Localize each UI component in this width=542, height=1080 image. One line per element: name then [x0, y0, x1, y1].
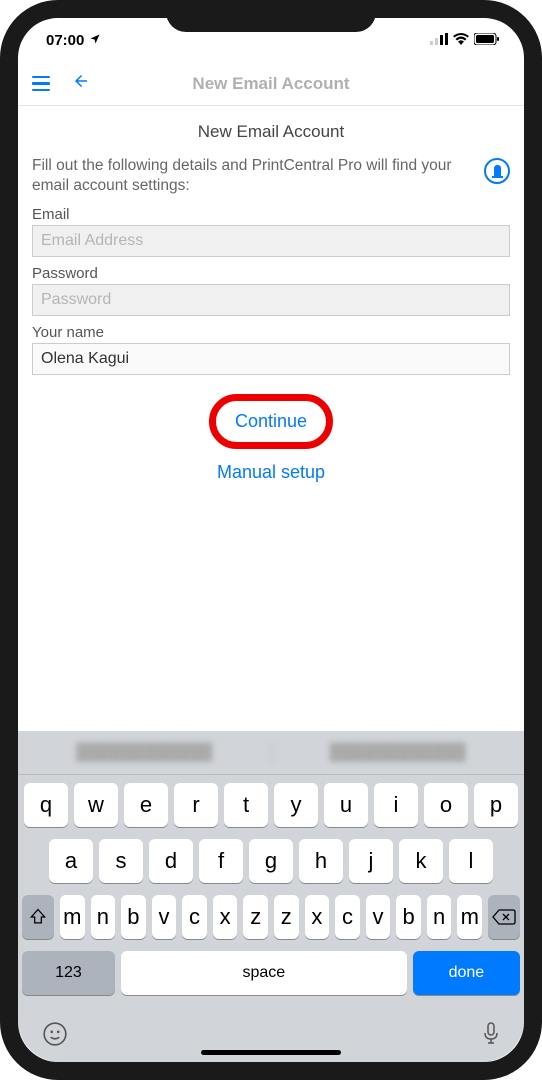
home-indicator[interactable] [201, 1050, 341, 1055]
wifi-icon [453, 32, 469, 49]
battery-icon [474, 32, 500, 49]
key-x[interactable]: x [213, 895, 238, 939]
space-key[interactable]: space [121, 951, 407, 995]
keyboard-suggestion[interactable]: ████████████ [272, 744, 525, 762]
keyboard-suggestion[interactable]: ████████████ [18, 744, 272, 762]
name-label: Your name [32, 324, 510, 341]
key-k[interactable]: k [399, 839, 443, 883]
menu-icon[interactable] [32, 76, 50, 92]
backspace-key[interactable] [488, 895, 520, 939]
keyboard: ████████████ ████████████ qwertyuiop asd… [18, 731, 524, 1062]
key-h[interactable]: h [299, 839, 343, 883]
emoji-icon[interactable] [42, 1021, 68, 1054]
key-a[interactable]: a [49, 839, 93, 883]
key-d[interactable]: d [149, 839, 193, 883]
key-p[interactable]: p [474, 783, 518, 827]
password-label: Password [32, 265, 510, 282]
key-i[interactable]: i [374, 783, 418, 827]
manual-setup-button[interactable]: Manual setup [217, 462, 325, 483]
key-l[interactable]: l [449, 839, 493, 883]
key-q[interactable]: q [24, 783, 68, 827]
key-j[interactable]: j [349, 839, 393, 883]
key-x[interactable]: x [305, 895, 330, 939]
key-y[interactable]: y [274, 783, 318, 827]
shift-key[interactable] [22, 895, 54, 939]
key-r[interactable]: r [174, 783, 218, 827]
continue-button[interactable]: Continue [215, 403, 327, 440]
key-s[interactable]: s [99, 839, 143, 883]
page-title: New Email Account [32, 122, 510, 142]
key-v[interactable]: v [152, 895, 177, 939]
key-w[interactable]: w [74, 783, 118, 827]
key-u[interactable]: u [324, 783, 368, 827]
key-b[interactable]: b [121, 895, 146, 939]
key-g[interactable]: g [249, 839, 293, 883]
key-f[interactable]: f [199, 839, 243, 883]
back-button[interactable] [72, 72, 90, 95]
key-m[interactable]: m [457, 895, 482, 939]
key-z[interactable]: z [243, 895, 268, 939]
numeric-key[interactable]: 123 [22, 951, 115, 995]
key-t[interactable]: t [224, 783, 268, 827]
key-z[interactable]: z [274, 895, 299, 939]
key-b[interactable]: b [396, 895, 421, 939]
nav-title: New Email Account [192, 74, 349, 94]
done-key[interactable]: done [413, 951, 520, 995]
key-c[interactable]: c [182, 895, 207, 939]
key-v[interactable]: v [366, 895, 391, 939]
key-o[interactable]: o [424, 783, 468, 827]
name-field[interactable] [32, 343, 510, 375]
key-c[interactable]: c [335, 895, 360, 939]
status-bar: 07:00 [18, 18, 524, 62]
email-field[interactable] [32, 225, 510, 257]
email-label: Email [32, 206, 510, 223]
cellular-signal-icon [430, 32, 448, 49]
key-n[interactable]: n [427, 895, 452, 939]
page-description: Fill out the following details and Print… [32, 156, 474, 196]
nav-bar: New Email Account [18, 62, 524, 106]
location-arrow-icon [89, 33, 101, 48]
key-m[interactable]: m [60, 895, 85, 939]
password-field[interactable] [32, 284, 510, 316]
key-e[interactable]: e [124, 783, 168, 827]
dictation-icon[interactable] [482, 1021, 500, 1054]
onepassword-icon[interactable] [484, 158, 510, 184]
status-time: 07:00 [46, 32, 84, 49]
key-n[interactable]: n [91, 895, 116, 939]
